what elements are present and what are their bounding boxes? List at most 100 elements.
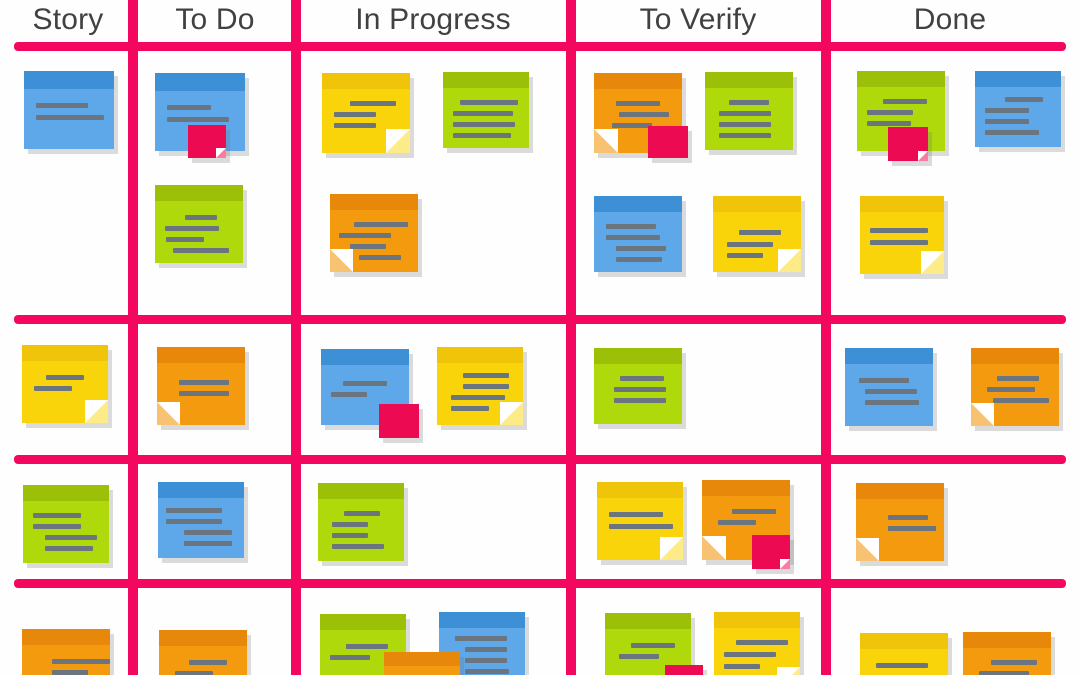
card-header-band	[597, 482, 683, 498]
sticky-note[interactable]	[648, 126, 692, 163]
task-card[interactable]	[860, 196, 948, 279]
column-header-to-verify[interactable]: To Verify	[576, 0, 821, 42]
card-header-band	[975, 71, 1061, 87]
card-text-line	[52, 659, 110, 664]
card-header-band	[155, 73, 245, 91]
card-body	[443, 72, 529, 148]
card-text-line	[865, 389, 917, 394]
task-card[interactable]	[322, 73, 414, 158]
card-text-line	[619, 112, 669, 117]
card-body	[594, 196, 682, 272]
sticky-note[interactable]	[888, 127, 932, 166]
task-card[interactable]	[155, 185, 247, 268]
column-header-todo[interactable]: To Do	[139, 0, 292, 42]
card-text-line	[609, 524, 673, 529]
task-card[interactable]	[159, 630, 251, 675]
card-header-band	[857, 71, 945, 87]
task-card[interactable]	[963, 632, 1055, 675]
task-card[interactable]	[856, 483, 948, 566]
card-text-line	[620, 376, 664, 381]
card-folded-corner	[921, 251, 944, 274]
task-card[interactable]	[23, 485, 113, 568]
card-folded-corner	[85, 400, 108, 423]
card-body	[860, 633, 948, 675]
card-text-line	[463, 373, 509, 378]
card-body	[705, 72, 793, 150]
task-card[interactable]	[384, 652, 464, 675]
card-folded-corner	[856, 538, 879, 561]
card-text-line	[614, 398, 666, 403]
card-text-line	[888, 515, 928, 520]
task-card[interactable]	[22, 345, 112, 428]
card-text-line	[719, 133, 771, 138]
task-card[interactable]	[845, 348, 937, 431]
task-card[interactable]	[975, 71, 1065, 152]
column-divider-4	[821, 0, 831, 675]
task-card[interactable]	[971, 348, 1063, 431]
card-text-line	[739, 230, 781, 235]
card-body	[714, 612, 800, 675]
task-card[interactable]	[330, 194, 422, 277]
task-card[interactable]	[158, 482, 248, 563]
card-header-band	[321, 349, 409, 365]
card-text-line	[883, 99, 927, 104]
card-header-band	[594, 348, 682, 364]
card-text-line	[166, 519, 222, 524]
task-card[interactable]	[437, 347, 527, 430]
task-card[interactable]	[860, 633, 952, 675]
card-folded-corner	[777, 667, 800, 675]
card-text-line	[736, 640, 788, 645]
card-text-line	[344, 511, 380, 516]
card-text-line	[334, 112, 376, 117]
card-folded-corner	[660, 537, 683, 560]
task-card[interactable]	[594, 348, 686, 429]
card-text-line	[166, 508, 222, 513]
task-card[interactable]	[597, 482, 687, 565]
card-text-line	[724, 664, 760, 669]
card-header-band	[594, 73, 682, 89]
card-text-line	[727, 242, 773, 247]
task-card[interactable]	[705, 72, 797, 155]
card-text-line	[619, 654, 659, 659]
column-divider-2	[291, 0, 301, 675]
task-card[interactable]	[22, 629, 114, 675]
card-text-line	[616, 257, 662, 262]
task-card[interactable]	[594, 196, 686, 277]
card-header-band	[714, 612, 800, 628]
card-body	[22, 629, 110, 675]
sticky-note[interactable]	[665, 665, 707, 675]
card-text-line	[331, 392, 367, 397]
row-divider-3	[14, 455, 1066, 464]
card-header-band	[705, 72, 793, 88]
sticky-note[interactable]	[752, 535, 794, 574]
card-header-band	[155, 185, 243, 201]
task-card[interactable]	[713, 196, 805, 277]
card-text-line	[463, 384, 509, 389]
card-text-line	[614, 387, 666, 392]
column-header-in-progress[interactable]: In Progress	[301, 0, 566, 42]
task-card[interactable]	[24, 71, 118, 154]
card-text-line	[997, 376, 1039, 381]
card-header-band	[159, 630, 247, 646]
task-card[interactable]	[443, 72, 533, 153]
card-header-band	[22, 345, 108, 361]
card-header-band	[702, 480, 790, 496]
column-header-done[interactable]: Done	[827, 0, 1074, 42]
task-card[interactable]	[157, 347, 249, 430]
card-body	[963, 632, 1051, 675]
card-text-line	[179, 391, 229, 396]
card-header-band	[860, 633, 948, 649]
column-header-story[interactable]: Story	[3, 0, 133, 42]
task-card[interactable]	[714, 612, 804, 675]
column-divider-1	[128, 0, 138, 675]
task-card[interactable]	[318, 483, 408, 566]
card-text-line	[52, 670, 88, 675]
card-text-line	[346, 644, 388, 649]
card-header-band	[23, 485, 109, 501]
sticky-note[interactable]	[379, 404, 423, 443]
card-text-line	[732, 509, 776, 514]
sticky-note[interactable]	[188, 125, 230, 163]
card-header-band	[713, 196, 801, 212]
card-text-line	[859, 378, 909, 383]
card-text-line	[45, 546, 93, 551]
